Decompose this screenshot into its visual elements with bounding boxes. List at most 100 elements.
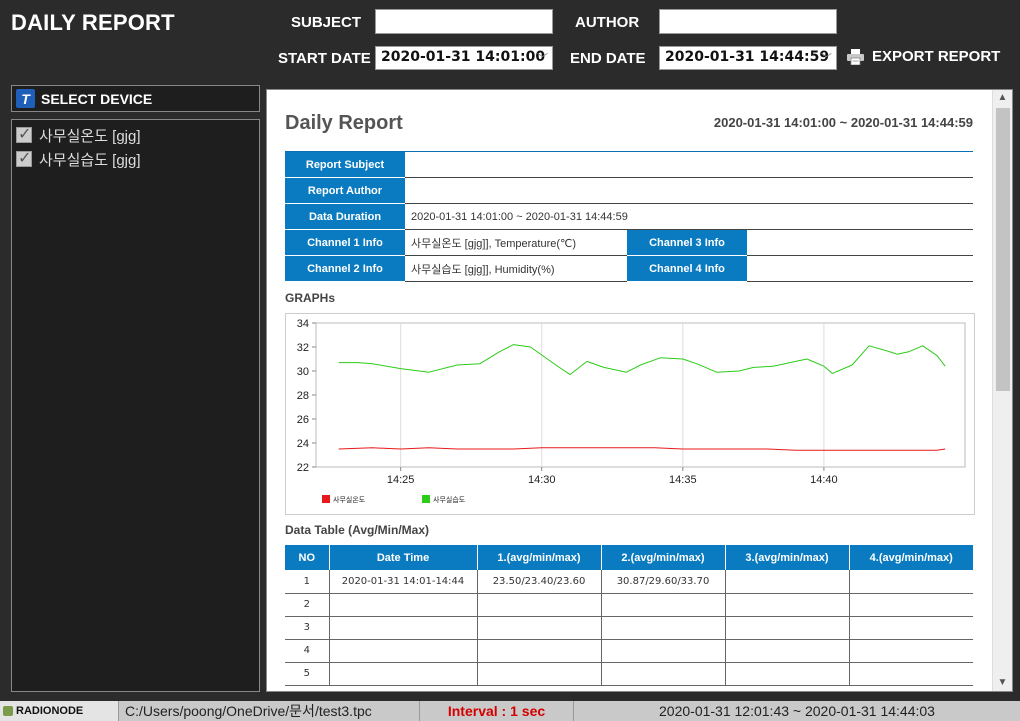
app-window: DAILY REPORT SUBJECT AUTHOR START DATE 2… — [0, 0, 1020, 721]
table-cell — [601, 593, 726, 617]
data-table-label: Data Table (Avg/Min/Max) — [285, 523, 430, 537]
device-label: 사무실습도 [gjg] — [39, 151, 141, 169]
data-duration-label: Data Duration — [285, 203, 405, 230]
table-cell: 5 — [285, 662, 330, 686]
table-cell: 2 — [285, 593, 330, 617]
y-tick-label: 26 — [297, 414, 309, 426]
radionode-logo-text: RADIONODE — [16, 705, 84, 717]
report-info-table: Report Subject Report Author Data Durati… — [285, 151, 973, 282]
col-header-no: NO — [285, 545, 330, 570]
subject-label: SUBJECT — [291, 14, 362, 31]
table-row: 2 — [285, 593, 973, 617]
data-range-status: 2020-01-31 12:01:43 ~ 2020-01-31 14:44:0… — [659, 703, 935, 719]
scroll-down-icon[interactable]: ▼ — [993, 675, 1012, 691]
channel2-info-label: Channel 2 Info — [285, 255, 405, 282]
table-cell — [329, 593, 478, 617]
table-cell — [849, 570, 973, 594]
start-date-value: 2020-01-31 14:01:00 — [381, 49, 546, 65]
checkbox-checked-icon[interactable] — [16, 124, 32, 144]
table-cell: 2020-01-31 14:01-14:44 — [329, 570, 478, 594]
radionode-logo-icon — [3, 706, 13, 716]
start-date-select[interactable]: 2020-01-31 14:01:00 ﹀ — [375, 46, 553, 70]
channel1-info-value: 사무실온도 [gjg]], Temperature(℃) — [405, 229, 627, 256]
export-report-button[interactable]: EXPORT REPORT — [847, 48, 1000, 65]
channel4-info-label: Channel 4 Info — [627, 255, 747, 282]
export-report-label: EXPORT REPORT — [872, 48, 1001, 65]
col-header-datetime: Date Time — [329, 545, 478, 570]
table-cell — [477, 639, 602, 663]
channel3-info-value — [747, 229, 973, 256]
y-tick-label: 34 — [297, 318, 309, 330]
t-logo-icon: T — [16, 89, 35, 108]
end-date-select[interactable]: 2020-01-31 14:44:59 ﹀ — [659, 46, 837, 70]
printer-icon — [847, 48, 864, 65]
col-header-ch3: 3.(avg/min/max) — [725, 545, 850, 570]
table-row: 3 — [285, 616, 973, 640]
x-tick-label: 14:35 — [669, 474, 697, 486]
series-line-1 — [338, 447, 946, 451]
table-cell — [477, 662, 602, 686]
data-table: NO Date Time 1.(avg/min/max) 2.(avg/min/… — [285, 545, 973, 686]
y-tick-label: 28 — [297, 390, 309, 402]
table-cell — [725, 616, 850, 640]
table-cell — [601, 662, 726, 686]
y-tick-label: 32 — [297, 342, 309, 354]
vertical-scrollbar[interactable]: ▲ ▼ — [992, 90, 1012, 691]
radionode-logo: RADIONODE — [0, 701, 118, 721]
channel1-info-label: Channel 1 Info — [285, 229, 405, 256]
table-row: 4 — [285, 639, 973, 663]
channel4-info-value — [747, 255, 973, 282]
chevron-down-icon: ﹀ — [821, 52, 832, 65]
chevron-down-icon: ﹀ — [537, 52, 548, 65]
report-subject-value — [405, 151, 973, 178]
report-author-label: Report Author — [285, 177, 405, 204]
y-tick-label: 30 — [297, 366, 309, 378]
author-input[interactable] — [659, 9, 837, 34]
data-duration-value: 2020-01-31 14:01:00 ~ 2020-01-31 14:44:5… — [405, 203, 973, 230]
table-cell — [601, 616, 726, 640]
file-path: C:/Users/poong/OneDrive/문서/test3.tpc — [118, 701, 420, 721]
table-cell — [849, 662, 973, 686]
line-chart: 22 24 26 28 30 32 34 14:25 14:30 14:35 14:40 사무실온도 사… — [297, 318, 966, 504]
scrollbar-thumb[interactable] — [996, 108, 1010, 391]
table-cell: 4 — [285, 639, 330, 663]
legend-swatch — [422, 495, 430, 503]
subject-input[interactable] — [375, 9, 553, 34]
table-cell — [477, 616, 602, 640]
table-cell — [329, 616, 478, 640]
device-item[interactable]: 사무실온도 [gjg] — [12, 123, 259, 147]
table-cell: 23.50/23.40/23.60 — [477, 570, 602, 594]
interval-status: Interval : 1 sec — [420, 701, 574, 721]
device-label: 사무실온도 [gjg] — [39, 127, 141, 145]
channel2-info-value: 사무실습도 [gjg]], Humidity(%) — [405, 255, 627, 282]
report-viewer: Daily Report 2020-01-31 14:01:00 ~ 2020-… — [266, 89, 1013, 692]
scroll-up-icon[interactable]: ▲ — [993, 90, 1012, 106]
report-range: 2020-01-31 14:01:00 ~ 2020-01-31 14:44:5… — [713, 115, 973, 130]
device-list: 사무실온도 [gjg] 사무실습도 [gjg] — [11, 119, 260, 692]
table-cell — [725, 570, 850, 594]
checkbox-checked-icon[interactable] — [16, 148, 32, 168]
y-tick-label: 22 — [297, 462, 309, 474]
start-date-label: START DATE — [278, 50, 371, 67]
app-title: DAILY REPORT — [11, 10, 175, 35]
col-header-ch1: 1.(avg/min/max) — [477, 545, 602, 570]
end-date-label: END DATE — [570, 50, 646, 67]
x-tick-label: 14:40 — [810, 474, 838, 486]
legend-swatch — [322, 495, 330, 503]
table-cell: 30.87/29.60/33.70 — [601, 570, 726, 594]
legend-label: 사무실온도 — [333, 495, 366, 504]
table-cell — [849, 639, 973, 663]
device-item[interactable]: 사무실습도 [gjg] — [12, 147, 259, 171]
plot-frame — [315, 322, 966, 468]
col-header-ch4: 4.(avg/min/max) — [849, 545, 973, 570]
graph-container: 22 24 26 28 30 32 34 14:25 14:30 14:35 14:40 사무실온도 사… — [285, 313, 975, 515]
report-title: Daily Report — [285, 112, 403, 134]
author-label: AUTHOR — [575, 14, 640, 31]
table-cell — [601, 639, 726, 663]
table-cell — [477, 593, 602, 617]
table-cell — [329, 639, 478, 663]
report-subject-label: Report Subject — [285, 151, 405, 178]
status-bar: RADIONODE C:/Users/poong/OneDrive/문서/tes… — [0, 701, 1020, 721]
series-line-2 — [338, 344, 946, 376]
select-device-title: SELECT DEVICE — [41, 90, 153, 107]
